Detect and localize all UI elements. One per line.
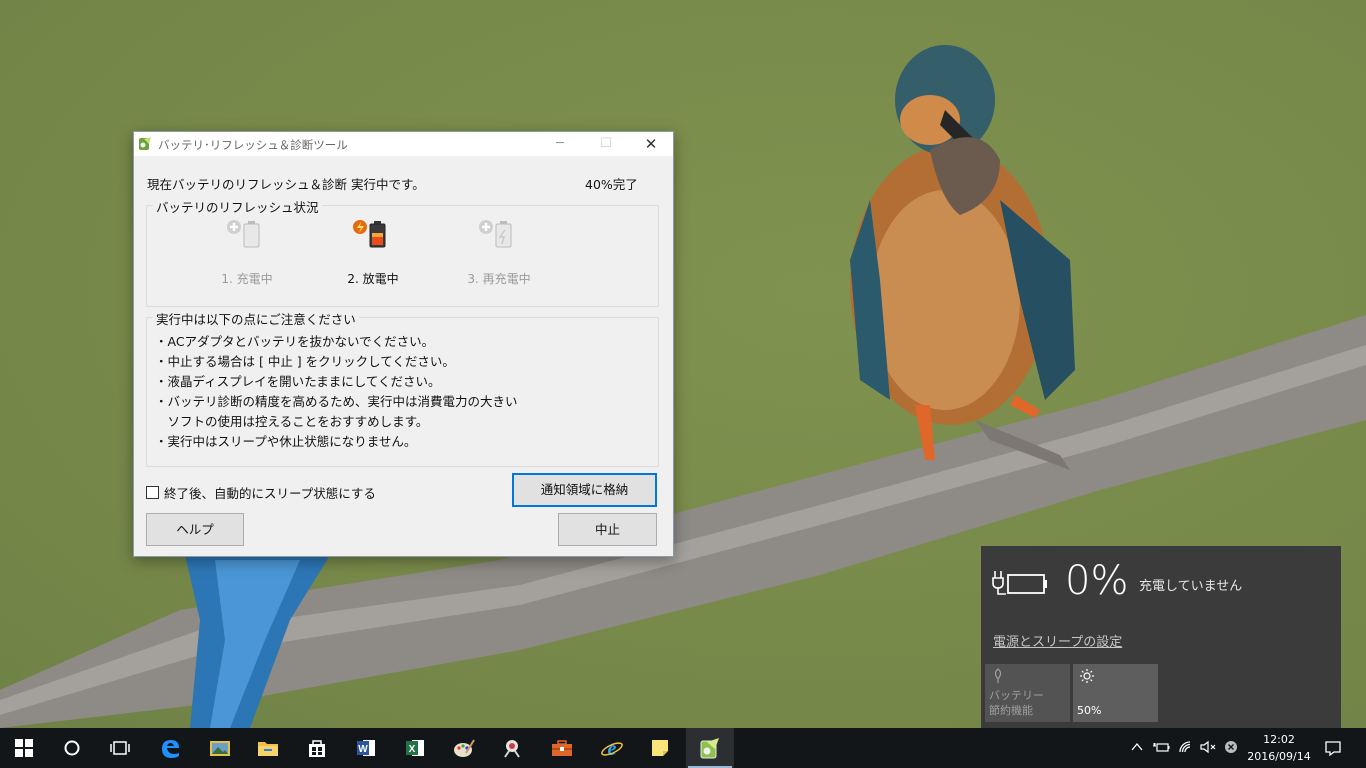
start-button[interactable] xyxy=(0,728,48,768)
taskbar-toolbox[interactable] xyxy=(538,728,586,768)
store-icon xyxy=(309,740,325,757)
auto-sleep-label: 終了後、自動的にスリープ状態にする xyxy=(164,486,376,501)
brightness-icon xyxy=(1080,669,1094,683)
battery-plug-icon xyxy=(992,571,1047,595)
store-in-tray-button[interactable]: 通知領域に格納 xyxy=(512,473,657,507)
battery-tray-icon[interactable] xyxy=(1152,740,1170,754)
tile-label-line2: 節約機能 xyxy=(989,704,1033,717)
battery-refresh-dialog: バッテリ･リフレッシュ＆診断ツール ─ ☐ ✕ 現在バッテリのリフレッシュ＆診断… xyxy=(133,131,674,557)
note-item: ・バッテリ診断の精度を高めるため、実行中は消費電力の大きい xyxy=(155,394,518,409)
wifi-icon[interactable] xyxy=(1178,740,1194,754)
taskbar-edge[interactable] xyxy=(146,728,194,768)
note-item: ・ACアダプタとバッテリを抜かないでください。 xyxy=(155,334,435,349)
notes-group: 実行中は以下の点にご注意ください ・ACアダプタとバッテリを抜かないでください。… xyxy=(146,309,659,467)
taskbar-excel[interactable]: X xyxy=(391,728,439,768)
file-explorer-icon xyxy=(258,742,278,756)
taskbar: W X e 12:02 2016/09/14 xyxy=(0,728,1366,768)
tile-label-line1: バッテリー xyxy=(989,689,1044,702)
taskbar-paint[interactable] xyxy=(440,728,488,768)
battery-tool-icon xyxy=(700,738,719,759)
ime-off-icon[interactable] xyxy=(1224,740,1238,754)
checkbox-box[interactable] xyxy=(146,486,159,499)
start-icon xyxy=(15,739,33,757)
battery-recharge-icon xyxy=(479,220,512,248)
note-item: ・液晶ディスプレイを開いたままにしてください。 xyxy=(155,374,441,389)
word-icon: W xyxy=(357,740,375,756)
step-charging: 1. 充電中 xyxy=(187,218,307,287)
clock-time: 12:02 xyxy=(1263,733,1295,746)
help-button[interactable]: ヘルプ xyxy=(146,513,244,546)
window-title: バッテリ･リフレッシュ＆診断ツール xyxy=(158,138,348,152)
task-view-button[interactable] xyxy=(96,728,144,768)
power-sleep-settings-link[interactable]: 電源とスリープの設定 xyxy=(993,631,1122,650)
cortana-button[interactable] xyxy=(48,728,96,768)
taskbar-store[interactable] xyxy=(293,728,341,768)
step-label: 1. 充電中 xyxy=(221,272,273,286)
title-bar[interactable]: バッテリ･リフレッシュ＆診断ツール ─ ☐ ✕ xyxy=(134,132,673,156)
svg-text:e: e xyxy=(608,738,617,759)
taskbar-sticky-notes[interactable] xyxy=(636,728,684,768)
taskbar-battery-tool[interactable] xyxy=(686,728,734,768)
close-button[interactable]: ✕ xyxy=(628,132,674,156)
chevron-up-icon[interactable] xyxy=(1130,740,1144,754)
battery-charge-icon xyxy=(227,220,260,248)
photos-icon xyxy=(210,741,230,756)
note-item: ・実行中はスリープや休止状態になりません。 xyxy=(155,434,417,449)
refresh-status-legend: バッテリのリフレッシュ状況 xyxy=(153,197,322,216)
svg-text:X: X xyxy=(409,744,416,755)
maximize-button[interactable]: ☐ xyxy=(583,132,629,156)
minimize-button[interactable]: ─ xyxy=(537,132,583,156)
stop-button[interactable]: 中止 xyxy=(558,513,657,546)
cortana-icon xyxy=(64,740,80,756)
taskbar-photos[interactable] xyxy=(196,728,244,768)
progress-percent: 40%完了 xyxy=(585,177,638,192)
volume-muted-icon[interactable] xyxy=(1200,740,1218,754)
refresh-status-group: バッテリのリフレッシュ状況 1. 充電中 2. 放電中 3. 再充電中 xyxy=(146,197,659,307)
battery-tool-app-icon xyxy=(139,137,151,150)
toolbox-icon xyxy=(552,740,572,756)
leaf-icon xyxy=(994,668,1002,683)
step-label: 3. 再充電中 xyxy=(467,272,531,286)
status-message: 現在バッテリのリフレッシュ＆診断 実行中です。 xyxy=(147,177,425,192)
notes-list: ・ACアダプタとバッテリを抜かないでください。 ・中止する場合は [ 中止 ] … xyxy=(155,332,518,452)
clock[interactable]: 12:02 2016/09/14 xyxy=(1240,731,1318,765)
charge-status: 充電していません xyxy=(1139,579,1243,594)
battery-discharge-icon xyxy=(353,220,386,248)
note-item: ソフトの使用は控えることをおすすめします。 xyxy=(155,414,429,429)
excel-icon: X xyxy=(406,740,424,756)
ie-icon: e xyxy=(601,738,623,759)
taskbar-file-explorer[interactable] xyxy=(244,728,292,768)
sticky-notes-icon xyxy=(652,740,668,756)
clock-date: 2016/09/14 xyxy=(1247,750,1311,763)
task-view-icon xyxy=(110,741,130,755)
step-discharging: 2. 放電中 xyxy=(313,218,433,287)
taskbar-app[interactable] xyxy=(489,728,537,768)
brightness-tile[interactable]: 50% xyxy=(1073,664,1158,722)
step-recharging: 3. 再充電中 xyxy=(439,218,559,287)
step-label: 2. 放電中 xyxy=(347,272,399,286)
taskbar-word[interactable]: W xyxy=(342,728,390,768)
edge-icon xyxy=(162,740,179,758)
notes-legend: 実行中は以下の点にご注意ください xyxy=(153,309,359,328)
action-center-icon[interactable] xyxy=(1324,739,1342,757)
battery-flyout: 0% 充電していません 電源とスリープの設定 バッテリー 節約機能 50% xyxy=(981,546,1341,728)
svg-text:W: W xyxy=(358,744,368,755)
battery-saver-tile[interactable]: バッテリー 節約機能 xyxy=(985,664,1070,722)
paint-icon xyxy=(454,739,475,757)
battery-percent: 0% xyxy=(1065,558,1129,604)
brightness-value: 50% xyxy=(1077,704,1102,717)
note-item: ・中止する場合は [ 中止 ] をクリックしてください。 xyxy=(155,354,455,369)
app-icon xyxy=(504,740,520,758)
auto-sleep-checkbox[interactable]: 終了後、自動的にスリープ状態にする xyxy=(146,483,376,502)
taskbar-ie[interactable]: e xyxy=(588,728,636,768)
